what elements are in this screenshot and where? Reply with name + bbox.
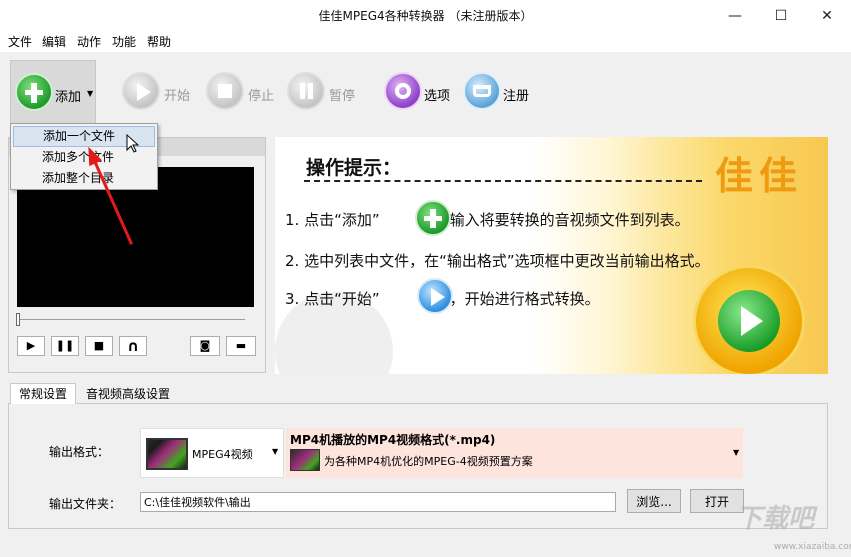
close-button[interactable]: ✕ [804, 0, 850, 32]
tips-banner: 操作提示： 1. 点击“添加” 按钮输入将要转换的音视频文件到列表。 2. 选中列… [275, 137, 828, 374]
tips-divider [304, 180, 702, 182]
add-button[interactable]: 添加 ▼ [10, 60, 96, 124]
tip-line-3-start: 3. 点击“开始” [285, 290, 380, 308]
start-button[interactable]: 开始 [122, 60, 192, 124]
pause-label: 暂停 [329, 89, 356, 104]
pause-icon [287, 72, 325, 110]
menu-bar: 文件 编辑 动作 功能 帮助 [0, 32, 851, 52]
browse-button[interactable]: 浏览... [627, 489, 681, 513]
gear-icon [384, 72, 422, 110]
stop-label: 停止 [248, 89, 275, 104]
watermark: 下载吧 [736, 504, 815, 534]
big-play-icon [693, 265, 805, 374]
tab-advanced-settings[interactable]: 音视频高级设置 [80, 385, 176, 403]
player-pause-button[interactable]: ❚❚ [51, 336, 79, 356]
add-icon [15, 73, 53, 111]
seek-track[interactable] [17, 319, 245, 320]
play-icon [417, 278, 453, 314]
snapshot-button[interactable]: ◙ [190, 336, 220, 356]
options-label: 选项 [424, 89, 451, 104]
tab-general-settings[interactable]: 常规设置 [10, 383, 76, 404]
start-label: 开始 [164, 89, 191, 104]
pause-icon: ❚❚ [55, 339, 75, 352]
output-format-label: 输出格式： [49, 445, 110, 459]
seek-slider-thumb[interactable] [16, 313, 20, 326]
format-category-select[interactable]: MPEG4视频 ▼ [140, 428, 284, 478]
add-caret-icon[interactable]: ▼ [87, 89, 93, 98]
pause-button[interactable]: 暂停 [287, 60, 357, 124]
player-stop-button[interactable]: ■ [85, 336, 113, 356]
watermark-url: www.xiazaiba.com [774, 542, 851, 552]
video-format-icon [290, 449, 320, 471]
open-folder-button[interactable]: ▬ [226, 336, 256, 356]
stop-icon: ■ [93, 339, 105, 352]
tip-line-1: 1. 点击“添加” 按钮输入将要转换的音视频文件到列表。 [285, 209, 690, 230]
menu-edit[interactable]: 编辑 [42, 32, 66, 52]
add-icon [415, 200, 451, 236]
headphone-icon: ∩ [126, 337, 140, 355]
menu-item-add-folder[interactable]: 添加整个目录 [13, 168, 155, 189]
stop-icon [206, 72, 244, 110]
big-play-inner [718, 290, 780, 352]
menu-file[interactable]: 文件 [8, 32, 32, 52]
menu-action[interactable]: 动作 [77, 32, 101, 52]
chevron-down-icon[interactable]: ▼ [272, 447, 278, 456]
register-label: 注册 [503, 89, 530, 104]
camera-icon: ◙ [199, 339, 211, 352]
register-button[interactable]: 注册 [463, 60, 533, 124]
format-preset-title: MP4机播放的MP4视频格式(*.mp4) [290, 433, 496, 447]
stop-button[interactable]: 停止 [206, 60, 276, 124]
player-play-button[interactable]: ▶ [17, 336, 45, 356]
video-format-icon [146, 438, 188, 470]
add-label: 添加 [55, 90, 82, 105]
chevron-down-icon[interactable]: ▼ [733, 448, 739, 457]
player-loop-button[interactable]: ∩ [119, 336, 147, 356]
menu-function[interactable]: 功能 [112, 32, 136, 52]
format-preset-description: 为各种MP4机优化的MPEG-4视频预置方案 [324, 455, 533, 468]
toolbar: 添加 ▼ 开始 停止 暂停 选项 注册 [0, 52, 851, 130]
format-preset-select[interactable]: MP4机播放的MP4视频格式(*.mp4) 为各种MP4机优化的MPEG-4视频… [286, 428, 743, 478]
mouse-cursor-icon [126, 134, 140, 153]
brand-logo: 佳佳 [715, 153, 804, 198]
output-folder-input[interactable] [140, 492, 616, 512]
options-button[interactable]: 选项 [384, 60, 454, 124]
tip-line-2: 2. 选中列表中文件，在“输出格式”选项框中更改当前输出格式。 [285, 252, 710, 270]
basket-icon [463, 72, 501, 110]
tips-title: 操作提示： [306, 157, 402, 179]
menu-help[interactable]: 帮助 [147, 32, 171, 52]
format-category-value: MPEG4视频 [192, 448, 253, 461]
output-folder-label: 输出文件夹： [49, 497, 122, 511]
maximize-button[interactable]: ☐ [758, 0, 804, 32]
minimize-button[interactable]: — [712, 0, 758, 32]
tip-line-1-start: 1. 点击“添加” [285, 211, 380, 229]
play-icon [122, 72, 160, 110]
tip-line-1-end: 按钮输入将要转换的音视频文件到列表。 [419, 211, 690, 229]
play-icon: ▶ [26, 339, 36, 352]
folder-icon: ▬ [235, 339, 247, 352]
